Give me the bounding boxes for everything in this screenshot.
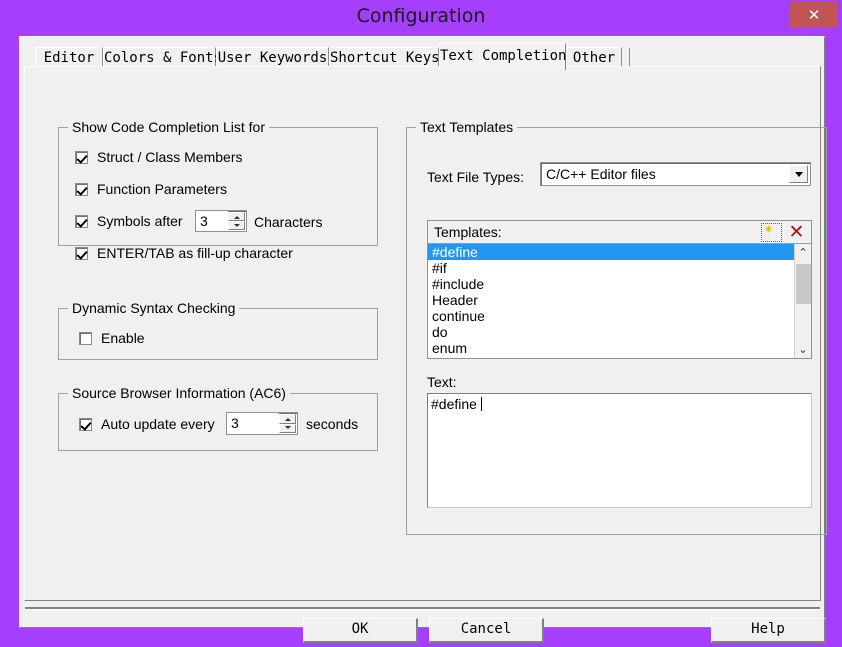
templates-panel: Templates: ✷ ✕ #define #if #include Head… bbox=[427, 220, 812, 359]
checkbox-auto-update[interactable] bbox=[79, 417, 92, 431]
checkbox-enter-tab-fillup-label: ENTER/TAB as fill-up character bbox=[97, 245, 293, 261]
checkbox-enable-syntax-checking-label: Enable bbox=[101, 330, 145, 346]
chevron-down-icon[interactable] bbox=[789, 165, 808, 183]
close-button[interactable]: ✕ bbox=[790, 2, 838, 28]
button-bar-separator bbox=[25, 607, 820, 610]
list-item[interactable]: #include bbox=[428, 276, 794, 292]
text-file-types-label: Text File Types: bbox=[427, 169, 525, 185]
group-text-templates-title: Text Templates bbox=[416, 119, 518, 135]
auto-update-increment-icon[interactable] bbox=[279, 414, 296, 424]
templates-toolbar: Templates: ✷ ✕ bbox=[428, 221, 811, 244]
ok-button[interactable]: OK bbox=[303, 618, 418, 643]
checkbox-enter-tab-fillup[interactable] bbox=[75, 246, 88, 260]
text-file-types-dropdown[interactable]: C/C++ Editor files bbox=[540, 162, 811, 186]
checkbox-struct-class-members[interactable] bbox=[75, 150, 88, 164]
checkbox-symbols-after[interactable] bbox=[75, 214, 88, 228]
symbols-after-decrement-icon[interactable] bbox=[228, 221, 245, 230]
help-button[interactable]: Help bbox=[711, 618, 826, 643]
group-dynamic-syntax-checking-title: Dynamic Syntax Checking bbox=[68, 300, 240, 316]
text-file-types-selected-value: C/C++ Editor files bbox=[546, 166, 656, 182]
template-text-label: Text: bbox=[427, 374, 457, 390]
delete-template-icon[interactable]: ✕ bbox=[786, 222, 807, 242]
checkbox-row-enter-tab-fillup[interactable]: ENTER/TAB as fill-up character bbox=[75, 245, 293, 261]
list-item[interactable]: Header bbox=[428, 292, 794, 308]
scroll-up-icon[interactable]: ⌃ bbox=[795, 244, 811, 261]
auto-update-decrement-icon[interactable] bbox=[279, 423, 296, 433]
group-code-completion-title: Show Code Completion List for bbox=[68, 119, 269, 135]
configuration-dialog: Editor Colors & Fonts User Keywords Shor… bbox=[19, 36, 827, 643]
checkbox-enable-syntax-checking[interactable] bbox=[79, 331, 92, 345]
scroll-down-icon[interactable]: ⌄ bbox=[795, 341, 811, 358]
tab-strip: Editor Colors & Fonts User Keywords Shor… bbox=[23, 43, 823, 70]
template-text-value: #define bbox=[431, 396, 481, 412]
auto-update-stepper-buttons[interactable] bbox=[279, 414, 296, 433]
text-cursor bbox=[480, 397, 482, 411]
tab-shortcut-keys[interactable]: Shortcut Keys bbox=[329, 47, 440, 68]
symbols-after-value[interactable]: 3 bbox=[196, 211, 228, 231]
new-template-icon[interactable]: ✷ bbox=[761, 222, 782, 242]
templates-listbox[interactable]: #define #if #include Header continue do … bbox=[428, 244, 811, 358]
symbols-after-increment-icon[interactable] bbox=[228, 212, 245, 221]
auto-update-interval-value[interactable]: 3 bbox=[227, 413, 279, 434]
title-bar: Configuration ✕ bbox=[0, 0, 842, 36]
symbols-after-stepper-buttons[interactable] bbox=[228, 212, 245, 230]
templates-list-items: #define #if #include Header continue do … bbox=[428, 244, 794, 358]
checkbox-symbols-after-label: Symbols after bbox=[97, 213, 183, 229]
checkbox-struct-class-members-label: Struct / Class Members bbox=[97, 149, 243, 165]
tab-page-text-completion: Show Code Completion List for Struct / C… bbox=[24, 66, 827, 601]
tab-editor[interactable]: Editor bbox=[35, 47, 103, 68]
list-item[interactable]: enum bbox=[428, 340, 794, 356]
group-dynamic-syntax-checking: Dynamic Syntax Checking Enable bbox=[58, 300, 378, 360]
scrollbar-thumb[interactable] bbox=[796, 264, 811, 304]
tab-colors-fonts[interactable]: Colors & Fonts bbox=[103, 47, 222, 68]
list-item[interactable]: continue bbox=[428, 308, 794, 324]
tab-text-completion[interactable]: Text Completion bbox=[439, 43, 566, 70]
tab-other[interactable]: Other bbox=[566, 47, 622, 68]
window-title: Configuration bbox=[356, 5, 486, 27]
auto-update-interval-suffix-label: seconds bbox=[306, 416, 359, 432]
sparkle-glyph: ✷ bbox=[764, 223, 774, 236]
symbols-after-stepper[interactable]: 3 bbox=[195, 210, 247, 232]
group-source-browser-information: Source Browser Information (AC6) Auto up… bbox=[58, 385, 378, 451]
templates-scrollbar[interactable]: ⌃ ⌄ bbox=[794, 244, 811, 358]
cancel-button[interactable]: Cancel bbox=[429, 618, 544, 643]
group-code-completion: Show Code Completion List for Struct / C… bbox=[58, 119, 378, 261]
checkbox-auto-update-label: Auto update every bbox=[101, 416, 215, 432]
checkbox-row-auto-update[interactable]: Auto update every bbox=[79, 416, 215, 432]
tab-user-keywords[interactable]: User Keywords bbox=[216, 47, 329, 68]
checkbox-row-function-parameters[interactable]: Function Parameters bbox=[75, 181, 227, 197]
list-item[interactable]: #if bbox=[428, 260, 794, 276]
group-text-templates: Text Templates Text File Types: C/C++ Ed… bbox=[406, 119, 827, 535]
group-source-browser-information-title: Source Browser Information (AC6) bbox=[68, 385, 290, 401]
checkbox-function-parameters-label: Function Parameters bbox=[97, 181, 227, 197]
checkbox-row-enable-syntax-checking[interactable]: Enable bbox=[79, 330, 145, 346]
list-item[interactable]: #define bbox=[428, 244, 794, 260]
templates-label: Templates: bbox=[434, 224, 502, 240]
checkbox-row-struct-class-members[interactable]: Struct / Class Members bbox=[75, 149, 242, 165]
checkbox-function-parameters[interactable] bbox=[75, 182, 88, 196]
list-item[interactable]: do bbox=[428, 324, 794, 340]
checkbox-row-symbols-after[interactable]: Symbols after bbox=[75, 213, 183, 229]
symbols-after-suffix-label: Characters bbox=[254, 214, 323, 230]
tab-end-divider bbox=[629, 48, 630, 68]
auto-update-interval-stepper[interactable]: 3 bbox=[226, 412, 298, 435]
template-text-editor[interactable]: #define bbox=[427, 393, 812, 508]
